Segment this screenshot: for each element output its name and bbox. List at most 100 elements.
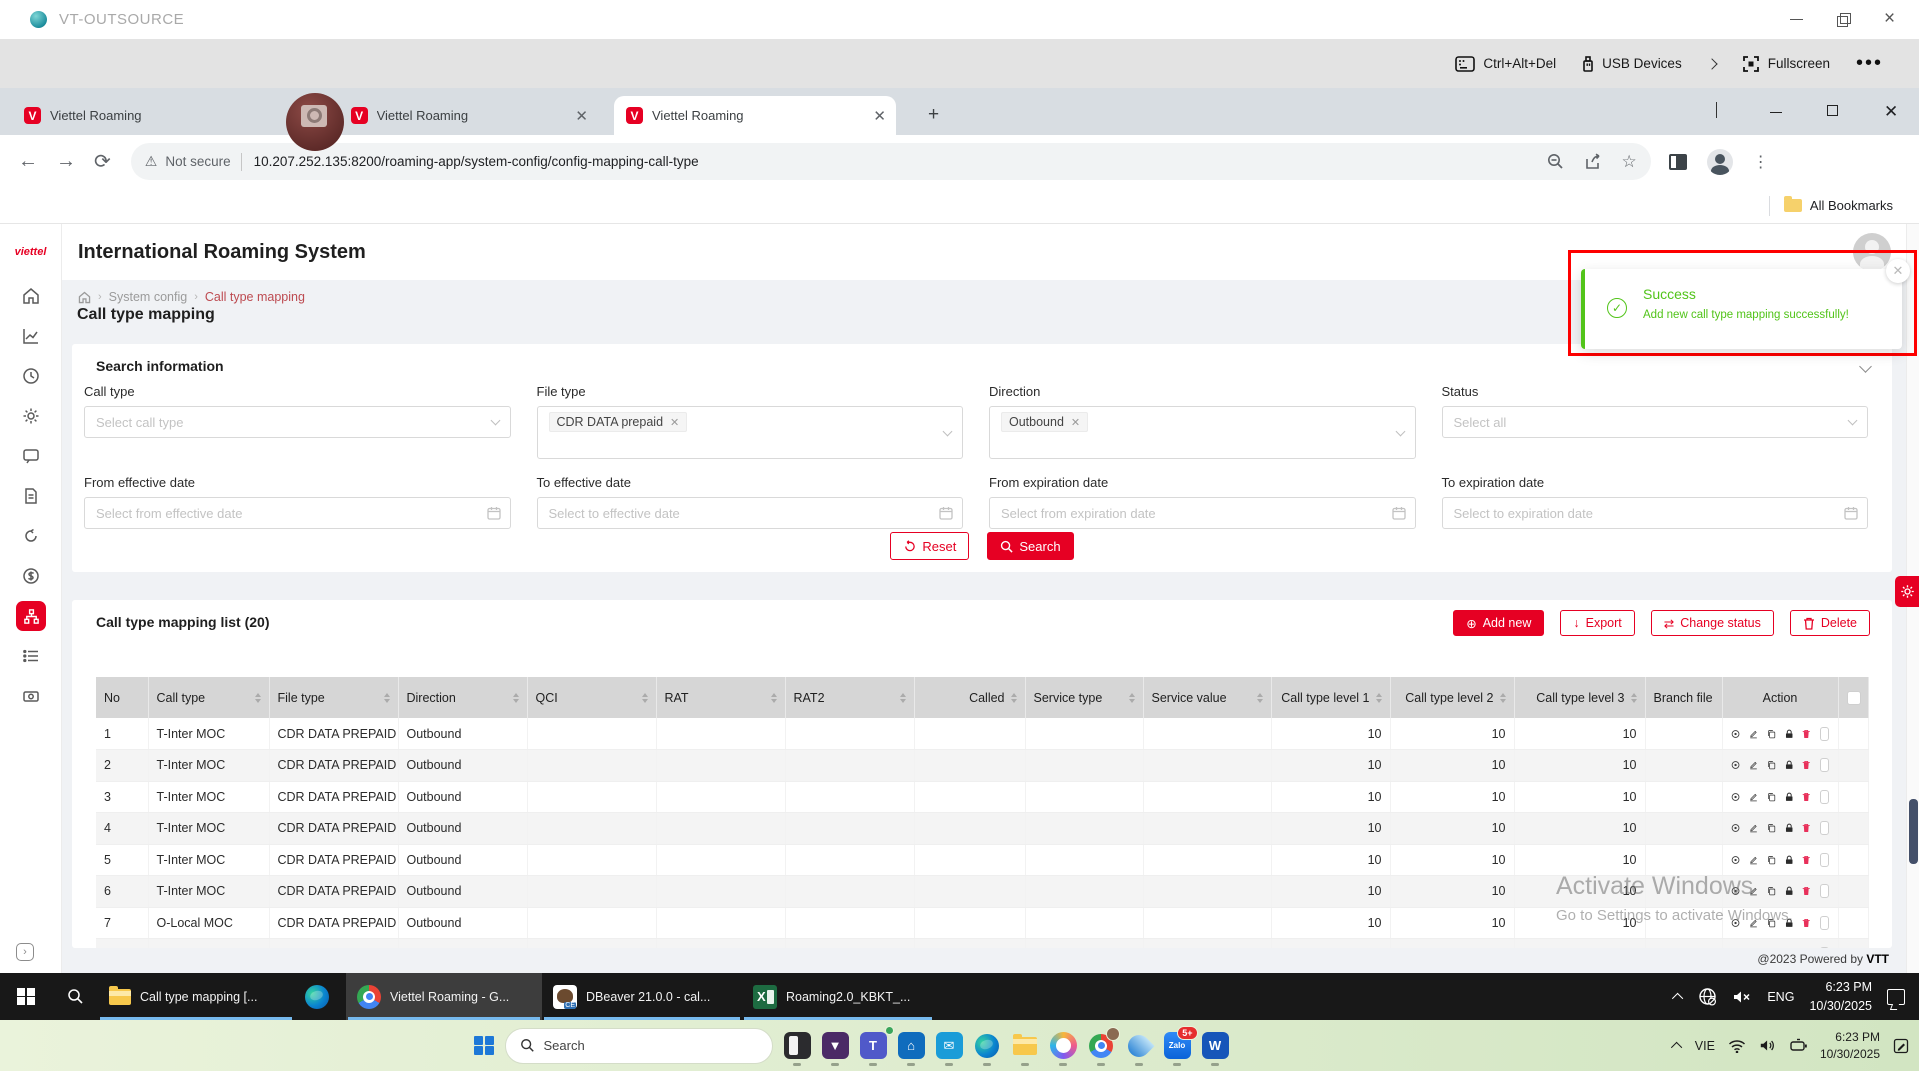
taskbar-purple-app-icon[interactable]: ▼ (822, 1032, 849, 1059)
volume-icon[interactable] (1759, 1038, 1777, 1053)
view-detail-icon[interactable] (1731, 884, 1740, 898)
copy-icon[interactable] (1767, 727, 1776, 741)
view-detail-icon[interactable] (1731, 853, 1740, 867)
remote-start-button[interactable] (0, 973, 52, 1020)
col-call-type-level-3[interactable]: Call type level 3 (1514, 677, 1645, 718)
sort-icon[interactable] (1011, 693, 1017, 703)
lock-icon[interactable] (1785, 790, 1793, 804)
scrollbar-thumb[interactable] (1909, 799, 1918, 864)
edit-icon[interactable] (1749, 727, 1758, 741)
tag-remove-icon[interactable]: ✕ (670, 416, 679, 429)
lock-icon[interactable] (1785, 727, 1793, 741)
col-service-value[interactable]: Service value (1143, 677, 1271, 718)
sidebar-mapping-icon-active[interactable] (0, 596, 62, 636)
zoom-out-icon[interactable] (1547, 153, 1564, 170)
sort-icon[interactable] (1631, 693, 1637, 703)
table-row[interactable]: 1 T-Inter MOC CDR DATA PREPAID Outbound (96, 718, 1868, 750)
col-call-type-level-2[interactable]: Call type level 2 (1390, 677, 1514, 718)
toolbar-expand-chevron[interactable] (1708, 60, 1716, 68)
col-qci[interactable]: QCI (527, 677, 656, 718)
from-effective-date-input[interactable]: Select from effective date (84, 497, 511, 529)
ctrl-alt-del-button[interactable]: Ctrl+Alt+Del (1455, 56, 1556, 72)
lock-icon[interactable] (1785, 916, 1793, 930)
table-row[interactable]: 2 T-Inter MOC CDR DATA PREPAID Outbound (96, 750, 1868, 782)
toast-close-icon[interactable]: ✕ (1886, 259, 1910, 283)
col-service-type[interactable]: Service type (1025, 677, 1143, 718)
copy-icon[interactable] (1767, 853, 1776, 867)
edit-icon[interactable] (1749, 821, 1758, 835)
browser-close-button[interactable]: ✕ (1884, 102, 1898, 122)
sidebar-history-icon[interactable] (0, 356, 62, 396)
col-call-type[interactable]: Call type (148, 677, 269, 718)
new-tab-button[interactable]: + (928, 104, 939, 126)
wifi-icon[interactable] (1728, 1039, 1746, 1053)
taskbar-chrome-button[interactable]: Viettel Roaming - G... (346, 973, 542, 1020)
sidebar-document-icon[interactable] (0, 476, 62, 516)
reset-button[interactable]: Reset (890, 532, 969, 560)
fullscreen-button[interactable]: Fullscreen (1742, 55, 1830, 73)
volume-muted-icon[interactable] (1732, 989, 1752, 1005)
forward-icon[interactable]: → (56, 150, 76, 173)
sidebar-collapse-button[interactable]: › (16, 943, 34, 961)
local-start-button[interactable] (474, 1036, 494, 1056)
direction-multiselect[interactable]: Outbound✕ (989, 406, 1416, 459)
tab-close-icon[interactable]: ✕ (575, 107, 588, 125)
row-checkbox[interactable] (1820, 947, 1830, 948)
row-checkbox[interactable] (1820, 884, 1830, 898)
view-detail-icon[interactable] (1731, 947, 1740, 948)
tray-expand-icon[interactable] (1671, 1041, 1682, 1052)
sidebar-chart-icon[interactable] (0, 316, 62, 356)
lock-icon[interactable] (1785, 884, 1793, 898)
call-type-select[interactable]: Select call type (84, 406, 511, 438)
sort-icon[interactable] (1257, 693, 1263, 703)
sort-icon[interactable] (642, 693, 648, 703)
row-checkbox[interactable] (1820, 853, 1830, 867)
remote-minimize-button[interactable] (1790, 13, 1803, 26)
select-all-checkbox[interactable] (1847, 691, 1861, 705)
table-row[interactable] (96, 939, 1868, 949)
local-clock[interactable]: 6:23 PM 10/30/2025 (1820, 1029, 1880, 1063)
view-detail-icon[interactable] (1731, 727, 1740, 741)
edit-icon[interactable] (1749, 853, 1758, 867)
row-checkbox[interactable] (1820, 727, 1830, 741)
view-detail-icon[interactable] (1731, 821, 1740, 835)
copy-icon[interactable] (1767, 821, 1776, 835)
table-row[interactable]: 5 T-Inter MOC CDR DATA PREPAID Outbound (96, 844, 1868, 876)
view-detail-icon[interactable] (1731, 758, 1740, 772)
delete-row-icon[interactable] (1802, 853, 1810, 867)
taskbar-edge-button[interactable] (294, 973, 346, 1020)
bookmark-star-icon[interactable]: ☆ (1622, 152, 1637, 172)
reload-icon[interactable]: ⟳ (94, 149, 111, 174)
col-call-type-level-1[interactable]: Call type level 1 (1271, 677, 1390, 718)
lock-icon[interactable] (1785, 853, 1793, 867)
taskbar-drop-app-icon[interactable] (1126, 1032, 1153, 1059)
taskbar-word-icon[interactable]: W (1202, 1032, 1229, 1059)
taskbar-zalo-icon[interactable]: Zalo5+ (1164, 1032, 1191, 1059)
sidebar-list-icon[interactable] (0, 636, 62, 676)
delete-row-icon[interactable] (1802, 947, 1810, 948)
sort-icon[interactable] (900, 693, 906, 703)
row-checkbox[interactable] (1820, 916, 1830, 930)
sort-icon[interactable] (513, 693, 519, 703)
input-language-label[interactable]: ENG (1767, 990, 1794, 1004)
remote-restore-button[interactable] (1837, 13, 1850, 26)
delete-button[interactable]: Delete (1790, 610, 1870, 636)
browser-maximize-button[interactable] (1827, 105, 1838, 116)
sidebar-sync-icon[interactable] (0, 516, 62, 556)
table-row[interactable]: 7 O-Local MOC CDR DATA PREPAID Outbound (96, 907, 1868, 939)
view-detail-icon[interactable] (1731, 790, 1740, 804)
browser-minimize-button[interactable] (1770, 112, 1782, 113)
search-button[interactable]: Search (987, 532, 1073, 560)
col-called[interactable]: Called (914, 677, 1025, 718)
lock-icon[interactable] (1785, 758, 1793, 772)
col-direction[interactable]: Direction (398, 677, 527, 718)
lock-icon[interactable] (1785, 947, 1793, 948)
copy-icon[interactable] (1767, 758, 1776, 772)
share-icon[interactable] (1584, 153, 1602, 170)
table-row[interactable]: 4 T-Inter MOC CDR DATA PREPAID Outbound (96, 813, 1868, 845)
remote-search-button[interactable] (52, 973, 98, 1020)
all-bookmarks-button[interactable]: All Bookmarks (1810, 198, 1893, 213)
add-new-button[interactable]: ⊕Add new (1453, 610, 1544, 636)
browser-tab-2[interactable]: ✕ V Viettel Roaming ✕ (316, 96, 598, 135)
taskbar-file-explorer-button[interactable]: Call type mapping [... (98, 973, 294, 1020)
